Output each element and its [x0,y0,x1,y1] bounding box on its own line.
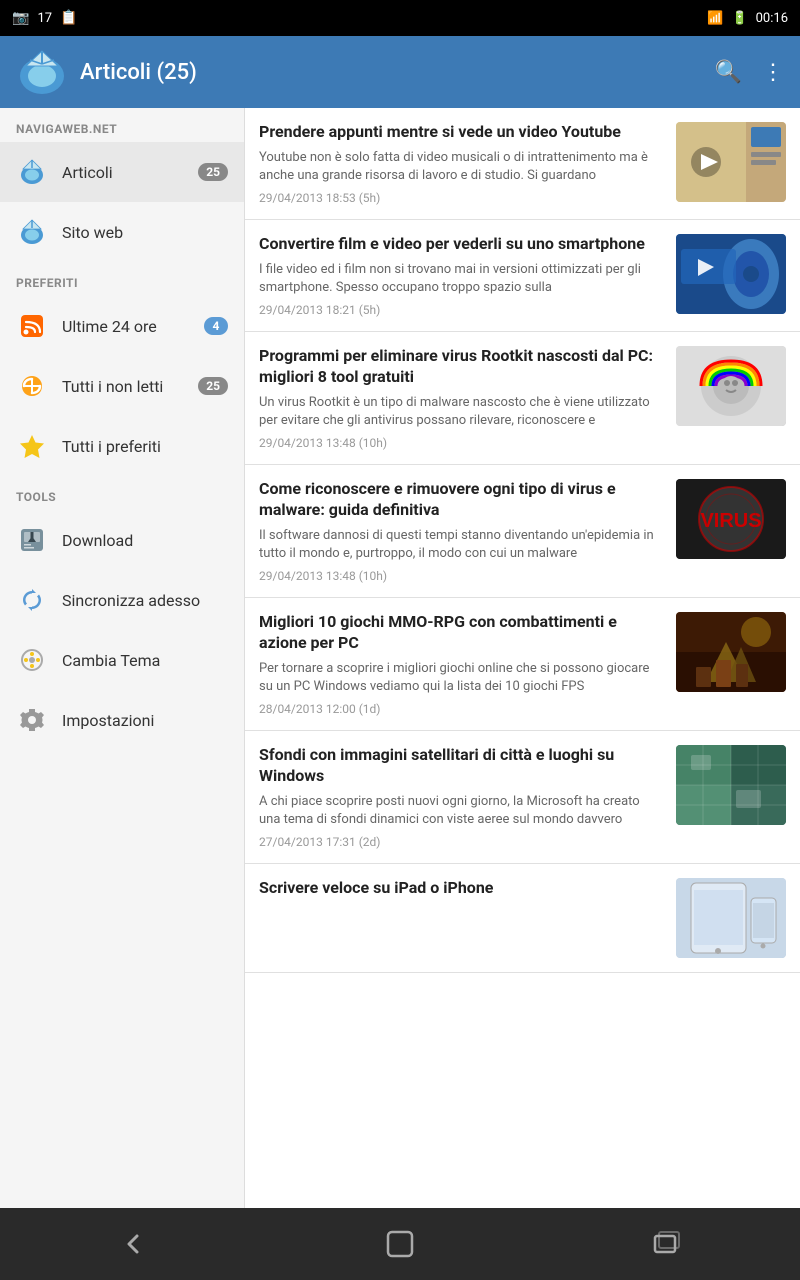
article-list: Prendere appunti mentre si vede un video… [245,108,800,1208]
settings-icon [16,704,48,736]
article-content: Come riconoscere e rimuovere ogni tipo d… [259,479,664,583]
back-button[interactable] [87,1218,179,1270]
article-item[interactable]: Convertire film e video per vederli su u… [245,220,800,332]
theme-icon [16,644,48,676]
sidebar-item-tutti-non-letti[interactable]: Tutti i non letti 25 [0,356,244,416]
sito-web-icon [16,216,48,248]
sidebar-item-sito-web[interactable]: Sito web [0,202,244,262]
rss-icon [16,310,48,342]
article-meta: 29/04/2013 18:21 (5h) [259,303,664,317]
home-button[interactable] [354,1218,446,1270]
article-excerpt: Per tornare a scoprire i migliori giochi… [259,660,664,696]
tutti-non-letti-badge: 25 [198,377,228,395]
recent-apps-button[interactable] [621,1218,713,1270]
all-unread-icon [16,370,48,402]
article-title: Convertire film e video per vederli su u… [259,234,664,255]
status-number: 17 [37,11,52,26]
sidebar-item-download[interactable]: Download [0,510,244,570]
tutti-non-letti-label: Tutti i non letti [62,377,184,396]
article-content: Prendere appunti mentre si vede un video… [259,122,664,205]
page-title: Articoli (25) [80,60,715,85]
article-content: Convertire film e video per vederli su u… [259,234,664,317]
sync-icon [16,584,48,616]
article-title: Come riconoscere e rimuovere ogni tipo d… [259,479,664,521]
impostazioni-label: Impostazioni [62,711,228,730]
articoli-icon [16,156,48,188]
article-thumbnail [676,745,786,825]
article-thumbnail [676,878,786,958]
article-meta: 28/04/2013 12:00 (1d) [259,702,664,716]
sidebar-section-site: NAVIGAWEB.NET [0,108,244,142]
article-meta: 29/04/2013 13:48 (10h) [259,436,664,450]
article-meta: 29/04/2013 18:53 (5h) [259,191,664,205]
article-title: Prendere appunti mentre si vede un video… [259,122,664,143]
article-title: Sfondi con immagini satellitari di città… [259,745,664,787]
article-item[interactable]: Migliori 10 giochi MMO-RPG con combattim… [245,598,800,731]
article-thumbnail: VIRUS [676,479,786,559]
download-label: Download [62,531,228,550]
article-thumbnail [676,234,786,314]
clock: 00:16 [756,11,788,26]
search-button[interactable]: 🔍 [715,60,742,85]
article-thumbnail [676,346,786,426]
article-item[interactable]: Sfondi con immagini satellitari di città… [245,731,800,864]
article-excerpt: Un virus Rootkit è un tipo di malware na… [259,394,664,430]
article-content: Sfondi con immagini satellitari di città… [259,745,664,849]
article-content: Migliori 10 giochi MMO-RPG con combattim… [259,612,664,716]
article-title: Migliori 10 giochi MMO-RPG con combattim… [259,612,664,654]
sidebar-item-ultime-24-ore[interactable]: Ultime 24 ore 4 [0,296,244,356]
article-thumbnail [676,122,786,202]
sincronizza-label: Sincronizza adesso [62,591,228,610]
article-thumbnail [676,612,786,692]
sidebar-item-cambia-tema[interactable]: Cambia Tema [0,630,244,690]
star-icon [16,430,48,462]
articoli-badge: 25 [198,163,228,181]
sidebar-item-impostazioni[interactable]: Impostazioni [0,690,244,750]
articoli-label: Articoli [62,163,184,182]
sidebar: NAVIGAWEB.NET Articoli 25 [0,108,245,1208]
wifi-status-icon: 📶 [707,11,723,26]
article-excerpt: Youtube non è solo fatta di video musica… [259,149,664,185]
sidebar-item-tutti-preferiti[interactable]: Tutti i preferiti [0,416,244,476]
sidebar-section-tools: TOOLS [0,476,244,510]
article-item[interactable]: Prendere appunti mentre si vede un video… [245,108,800,220]
article-excerpt: Il software dannosi di questi tempi stan… [259,527,664,563]
tutti-preferiti-label: Tutti i preferiti [62,437,228,456]
article-content: Scrivere veloce su iPad o iPhone [259,878,664,905]
svg-text:VIRUS: VIRUS [700,510,761,532]
status-bar-left: 📷 17 📋 [12,10,78,26]
app-logo [16,46,68,98]
article-item[interactable]: Come riconoscere e rimuovere ogni tipo d… [245,465,800,598]
ultime-24-ore-label: Ultime 24 ore [62,317,190,336]
article-excerpt: I file video ed i film non si trovano ma… [259,261,664,297]
battery-icon: 🔋 [731,11,747,26]
article-item[interactable]: Programmi per eliminare virus Rootkit na… [245,332,800,465]
main-content: NAVIGAWEB.NET Articoli 25 [0,108,800,1208]
article-excerpt: A chi piace scoprire posti nuovi ogni gi… [259,793,664,829]
download-icon [16,524,48,556]
ultime-24-ore-badge: 4 [204,317,228,335]
article-title: Scrivere veloce su iPad o iPhone [259,878,664,899]
menu-button[interactable]: ⋮ [762,60,784,85]
sidebar-section-favorites: PREFERITI [0,262,244,296]
article-meta: 27/04/2013 17:31 (2d) [259,835,664,849]
top-bar-actions: 🔍 ⋮ [715,60,784,85]
sidebar-item-sincronizza[interactable]: Sincronizza adesso [0,570,244,630]
status-bar-right: 📶 🔋 00:16 [707,11,788,26]
status-bar: 📷 17 📋 📶 🔋 00:16 [0,0,800,36]
sito-web-label: Sito web [62,223,228,242]
article-title: Programmi per eliminare virus Rootkit na… [259,346,664,388]
cambia-tema-label: Cambia Tema [62,651,228,670]
camera-icon: 📷 [12,10,29,26]
article-meta: 29/04/2013 13:48 (10h) [259,569,664,583]
clipboard-icon: 📋 [60,10,77,26]
sidebar-item-articoli[interactable]: Articoli 25 [0,142,244,202]
article-item[interactable]: Scrivere veloce su iPad o iPhone [245,864,800,973]
bottom-nav [0,1208,800,1280]
top-bar: Articoli (25) 🔍 ⋮ [0,36,800,108]
article-content: Programmi per eliminare virus Rootkit na… [259,346,664,450]
